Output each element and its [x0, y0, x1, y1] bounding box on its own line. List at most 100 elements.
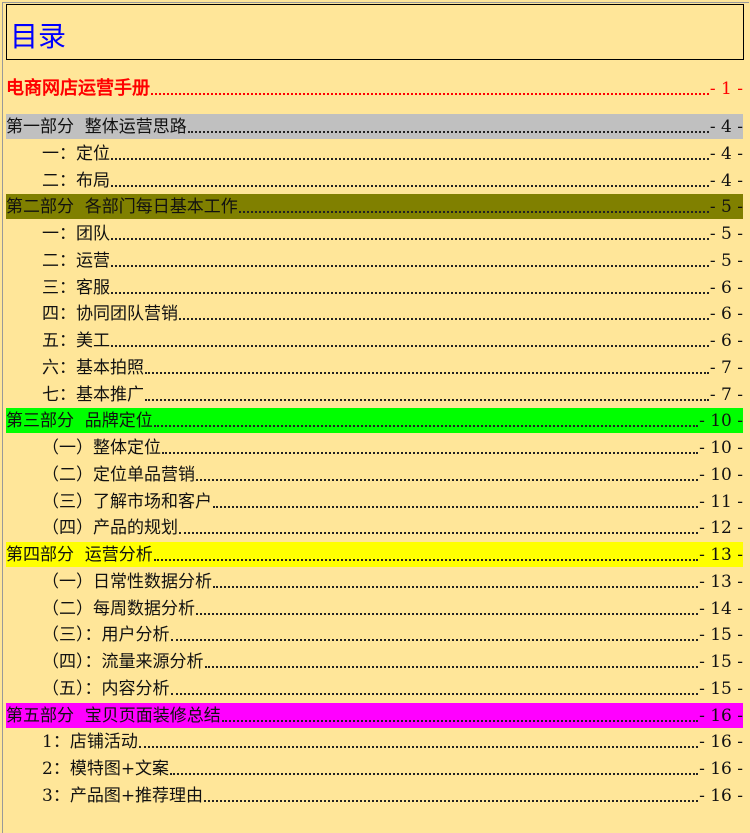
toc-part-entry[interactable]: 第二部分 各部门每日基本工作 - 5 - [6, 194, 743, 220]
toc-title: 目录 [10, 20, 67, 53]
toc-entry-label: （二）每周数据分析 [42, 598, 195, 619]
toc-page-number: - 14 - [699, 598, 743, 619]
toc-page-number: - 5 - [709, 224, 743, 244]
toc-title-box: 目录 [6, 4, 744, 60]
toc-page-number: - 11 - [699, 491, 743, 512]
toc-entry-label: （五）：内容分析 [42, 678, 170, 699]
toc-entry-label: （一）整体定位 [42, 438, 161, 458]
leader-dots [111, 345, 709, 347]
toc-entry-label: 第二部分 各部门每日基本工作 [6, 197, 238, 218]
toc-entry-label: 四：协同团队营销 [42, 304, 178, 325]
leader-dots [213, 505, 699, 508]
toc-part-entry[interactable]: 第三部分 品牌定位 - 10 - [6, 408, 743, 434]
toc-main-entry[interactable]: 电商网店运营手册 - 1 - [6, 76, 743, 101]
toc-entry[interactable]: （四）产品的规划 - 12 - [6, 515, 743, 540]
toc-entry[interactable]: （二）定位单品营销 - 10 - [6, 462, 743, 487]
toc-entry[interactable]: 四：协同团队营销 - 6 - [6, 301, 743, 326]
leader-dots [170, 692, 699, 695]
leader-dots [213, 585, 699, 588]
leader-dots [111, 291, 709, 294]
toc-page-number: - 13 - [699, 545, 743, 565]
toc-entry-label: 六：基本拍照 [42, 357, 144, 378]
toc-page-number: - 10 - [699, 438, 743, 458]
leader-dots [162, 452, 699, 454]
toc-entry-label: （一）日常性数据分析 [42, 571, 212, 592]
leader-dots [138, 746, 699, 749]
toc-entry-label: 第三部分 品牌定位 [6, 411, 153, 432]
leader-dots [196, 478, 699, 481]
toc-page-number: - 6 - [709, 304, 743, 325]
leader-dots [187, 131, 709, 133]
toc-entry-label: 1：店铺活动 [42, 732, 138, 753]
leader-dots [153, 559, 699, 561]
toc-page-number: - 4 - [709, 170, 743, 191]
toc-page-number: - 5 - [709, 250, 743, 271]
toc-page-number: - 15 - [699, 625, 743, 646]
toc-page-number: - 10 - [699, 411, 743, 432]
toc-entry-label: 第五部分 宝贝页面装修总结 [6, 705, 221, 726]
leader-dots [145, 398, 709, 401]
toc-entry[interactable]: 二：运营 - 5 - [6, 248, 743, 273]
toc-page-number: - 16 - [699, 705, 743, 726]
leader-dots [221, 719, 699, 722]
toc-page-number: - 6 - [709, 277, 743, 298]
toc-entry[interactable]: （四）：流量来源分析 - 15 - [6, 649, 743, 674]
toc-entry-label: （二）定位单品营销 [42, 464, 195, 485]
leader-dots [153, 425, 699, 428]
toc-page-number: - 16 - [699, 785, 743, 806]
toc-page-number: - 16 - [699, 732, 743, 753]
toc-entry-label: 七：基本推广 [42, 384, 144, 405]
toc-entry-label: 二：运营 [42, 250, 110, 271]
toc-entry-label: 第四部分 运营分析 [6, 545, 153, 565]
leader-dots [238, 211, 709, 214]
toc-entry[interactable]: （一）日常性数据分析 - 13 - [6, 569, 743, 594]
toc-entry[interactable]: 2：模特图+文案 - 16 - [6, 756, 743, 781]
toc-entry[interactable]: 五：美工 - 6 - [6, 328, 743, 353]
toc-page-number: - 6 - [709, 331, 743, 351]
toc-page-number: - 7 - [709, 357, 743, 378]
toc-entry-label: 一：定位 [42, 143, 110, 164]
toc-page-number: - 1 - [709, 79, 743, 99]
toc-entry-label: 二：布局 [42, 170, 110, 191]
toc-part-entry[interactable]: 第一部分 整体运营思路 - 4 - [6, 114, 743, 139]
toc-entry-label: （四）产品的规划 [42, 518, 178, 539]
leader-dots [170, 773, 699, 775]
toc-entry-label: 2：模特图+文案 [42, 759, 170, 779]
leader-dots [204, 666, 699, 668]
toc-part-entry[interactable]: 第五部分 宝贝页面装修总结 - 16 - [6, 702, 743, 728]
toc-page-number: - 4 - [709, 117, 743, 137]
leader-dots [204, 799, 699, 802]
toc-entry[interactable]: 二：布局 - 4 - [6, 168, 743, 193]
toc-entry[interactable]: （三）：用户分析 - 15 - [6, 622, 743, 647]
toc-page-number: - 12 - [699, 518, 743, 539]
leader-dots [179, 532, 699, 535]
toc-entry[interactable]: 七：基本推广 - 7 - [6, 382, 743, 407]
leader-dots [111, 238, 709, 240]
toc-page-number: - 4 - [709, 143, 743, 164]
leader-dots [111, 157, 709, 160]
toc-page-number: - 15 - [699, 652, 743, 672]
toc-entry[interactable]: （五）：内容分析 - 15 - [6, 676, 743, 701]
leader-dots [170, 639, 699, 642]
toc-entry[interactable]: 1：店铺活动 - 16 - [6, 729, 743, 754]
toc-page-number: - 7 - [709, 384, 743, 405]
toc-entry[interactable]: 六：基本拍照 - 7 - [6, 355, 743, 380]
toc-entry[interactable]: 一：团队 - 5 - [6, 221, 743, 246]
leader-dots [179, 318, 709, 321]
toc-entry-label: 第一部分 整体运营思路 [6, 117, 187, 137]
toc-entry-label: 电商网店运营手册 [6, 78, 150, 99]
toc-part-entry[interactable]: 第四部分 运营分析 - 13 - [6, 542, 743, 567]
leader-dots [145, 371, 709, 374]
toc-page-number: - 13 - [699, 571, 743, 592]
toc-entry-label: 3：产品图+推荐理由 [42, 785, 204, 806]
toc-entry[interactable]: 三：客服 - 6 - [6, 275, 743, 300]
toc-entry-label: 五：美工 [42, 331, 110, 351]
toc-entry[interactable]: （二）每周数据分析 - 14 - [6, 596, 743, 621]
toc-page-number: - 15 - [699, 678, 743, 699]
toc-entry[interactable]: 3：产品图+推荐理由 - 16 - [6, 783, 743, 808]
toc-entry[interactable]: 一：定位 - 4 - [6, 141, 743, 166]
toc-entry-label: （四）：流量来源分析 [42, 652, 204, 672]
toc-page-number: - 5 - [709, 197, 743, 218]
toc-entry[interactable]: （三）了解市场和客户 - 11 - [6, 489, 743, 514]
toc-entry[interactable]: （一）整体定位 - 10 - [6, 435, 743, 460]
